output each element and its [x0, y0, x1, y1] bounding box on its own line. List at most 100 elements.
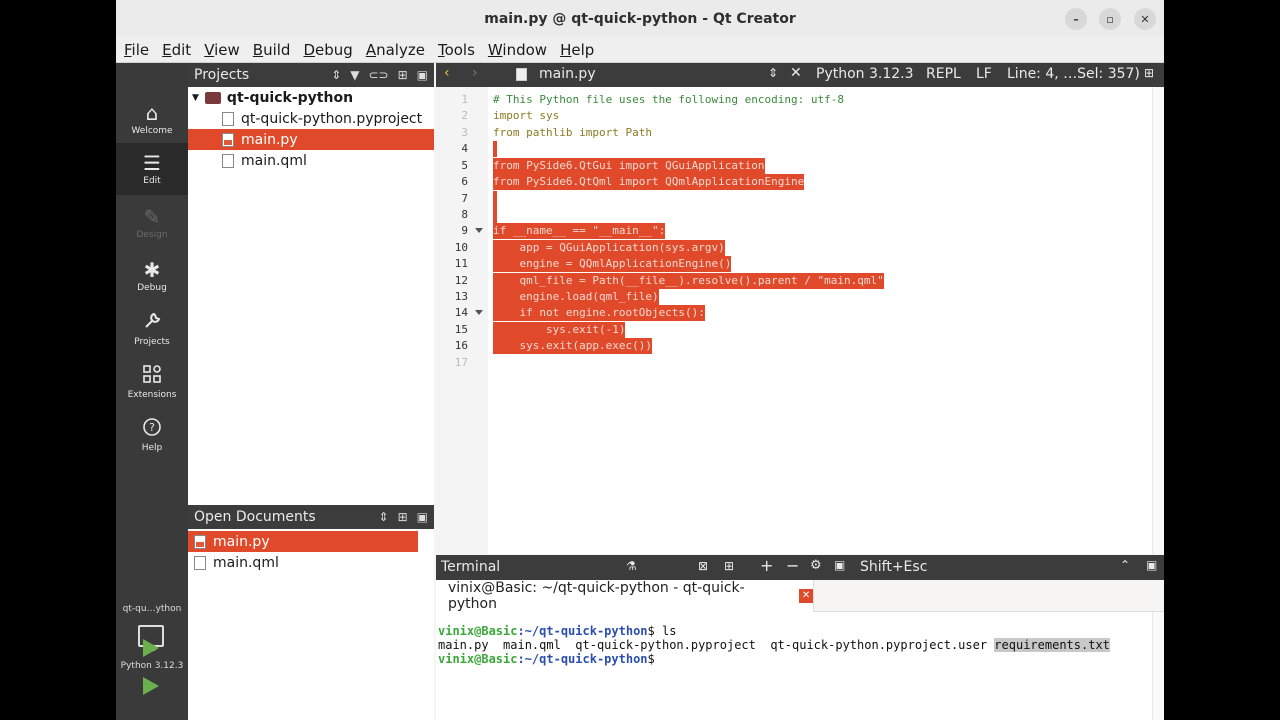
mode-debug[interactable]: ✱ Debug	[116, 250, 188, 302]
split-icon[interactable]: ⊞	[398, 510, 408, 524]
minimize-button[interactable]: –	[1065, 8, 1087, 30]
close-document-icon[interactable]: ✕	[790, 65, 802, 81]
command-text: $ ls	[647, 624, 677, 638]
title-bar[interactable]: main.py @ qt-quick-python - Qt Creator –…	[116, 0, 1164, 37]
forward-icon[interactable]: ›	[472, 65, 478, 81]
prompt-end: $	[647, 652, 655, 666]
close-terminal-icon[interactable]: ⊠	[698, 559, 708, 573]
python-file-icon	[222, 132, 234, 147]
zoom-out-icon[interactable]: −	[786, 556, 799, 575]
terminal-tab-label: vinix@Basic: ~/qt-quick-python - qt-quic…	[448, 580, 745, 612]
line-number: 10	[454, 241, 468, 254]
mode-welcome[interactable]: ⌂ Welcome	[116, 93, 188, 145]
terminal-scrollbar[interactable]	[1152, 612, 1164, 720]
tree-item-label: main.qml	[241, 152, 307, 169]
back-icon[interactable]: ‹	[444, 65, 450, 81]
fold-arrow-icon[interactable]	[475, 228, 483, 233]
code-line: engine = QQmlApplicationEngine()	[493, 256, 732, 272]
shortcut-label: Shift+Esc	[860, 559, 928, 575]
menu-help[interactable]: Help	[560, 41, 594, 59]
gear-icon[interactable]: ⚙	[810, 558, 822, 573]
python-file-icon	[516, 68, 527, 81]
close-button[interactable]: ✕	[1134, 8, 1156, 30]
code-line: sys.exit(app.exec())	[493, 338, 652, 354]
terminal-line: vinix@Basic:~/qt-quick-python$ ls	[438, 624, 676, 638]
kit-python-label: Python 3.12.3	[120, 661, 184, 671]
tree-item-main-qml[interactable]: main.qml	[188, 150, 434, 171]
tree-root[interactable]: ▼ qt-quick-python	[188, 87, 434, 108]
qt-creator-window: main.py @ qt-quick-python - Qt Creator –…	[116, 0, 1164, 720]
home-icon: ⌂	[145, 101, 159, 125]
mode-edit[interactable]: ☰ Edit	[116, 143, 188, 195]
close-pane-icon[interactable]: ▣	[1146, 558, 1157, 572]
mode-design[interactable]: ✎ Design	[116, 197, 188, 249]
python-file-icon	[194, 534, 206, 549]
open-documents-header: Open Documents ⇕ ⊞ ▣	[188, 505, 434, 529]
mode-help[interactable]: ? Help	[116, 409, 188, 461]
zoom-in-icon[interactable]: +	[760, 556, 773, 575]
cursor-position[interactable]: Line: 4, …Sel: 357)	[1007, 66, 1140, 82]
menu-edit[interactable]: Edit	[162, 41, 191, 59]
document-switch-icon[interactable]: ⇕	[768, 66, 778, 80]
link-icon[interactable]: ⊂⊃	[368, 68, 388, 82]
code-line	[493, 191, 497, 207]
menu-file[interactable]: File	[124, 41, 149, 59]
interpreter-selector[interactable]: Python 3.12.3	[816, 66, 914, 82]
fold-arrow-icon[interactable]	[475, 310, 483, 315]
tree-item-label: main.py	[241, 131, 298, 148]
line-ending-label[interactable]: LF	[976, 66, 992, 82]
close-pane-icon[interactable]: ▣	[417, 510, 428, 524]
sort-icon[interactable]: ⇕	[379, 510, 389, 524]
tree-item-main-py[interactable]: main.py	[188, 129, 434, 150]
filter-icon[interactable]: ▼	[350, 68, 359, 82]
repl-button[interactable]: REPL	[926, 66, 961, 82]
terminal-line: main.py main.qml qt-quick-python.pyproje…	[438, 638, 1110, 652]
mode-label: Projects	[134, 337, 170, 347]
qml-file-icon	[222, 153, 234, 168]
chevron-down-icon[interactable]: ▼	[192, 93, 199, 103]
menu-view[interactable]: View	[204, 41, 240, 59]
terminal-output[interactable]: vinix@Basic:~/qt-quick-python$ ls main.p…	[436, 612, 1164, 720]
maximize-button[interactable]: ▫	[1099, 8, 1121, 30]
maximize-pane-icon[interactable]: ⌃	[1120, 558, 1130, 572]
tree-item-pyproject[interactable]: qt-quick-python.pyproject	[188, 108, 434, 129]
run-icon[interactable]	[143, 639, 159, 657]
prompt-path: :~/qt-quick-python	[517, 624, 648, 638]
line-number: 2	[461, 109, 468, 122]
debug-run-icon[interactable]	[143, 677, 159, 695]
extensions-icon	[142, 364, 162, 388]
sort-icon[interactable]: ⇕	[331, 68, 341, 82]
code-line: from PySide6.QtQml import QQmlApplicatio…	[493, 174, 805, 190]
mode-projects[interactable]: Projects	[116, 303, 188, 355]
menu-debug[interactable]: Debug	[303, 41, 352, 59]
menu-build[interactable]: Build	[253, 41, 291, 59]
line-number: 14	[454, 306, 468, 319]
open-doc-main-py[interactable]: main.py	[188, 531, 418, 552]
split-icon[interactable]: ⊞	[398, 68, 408, 82]
keyboard-icon[interactable]: ▣	[834, 558, 845, 572]
menu-analyze[interactable]: Analyze	[366, 41, 425, 59]
code-line: from pathlib import Path	[493, 126, 652, 139]
close-icon[interactable]: ✕	[799, 589, 813, 603]
edit-icon: ☰	[143, 151, 161, 175]
line-number: 9	[461, 224, 468, 237]
split-icon[interactable]: ⊞	[1144, 66, 1154, 80]
editor-filename[interactable]: main.py	[539, 66, 596, 82]
menu-tools[interactable]: Tools	[438, 41, 475, 59]
new-terminal-icon[interactable]: ⊞	[724, 559, 734, 573]
clean-icon[interactable]: ⚗	[626, 559, 637, 573]
close-pane-icon[interactable]: ▣	[417, 68, 428, 82]
mode-extensions[interactable]: Extensions	[116, 356, 188, 408]
menu-bar: File Edit View Build Debug Analyze Tools…	[116, 37, 1164, 63]
open-documents-title: Open Documents	[194, 509, 316, 525]
editor-scrollbar[interactable]	[1152, 87, 1164, 554]
line-number: 7	[461, 192, 468, 205]
line-number: 13	[454, 290, 468, 303]
folder-icon	[204, 91, 221, 104]
projects-title: Projects	[194, 67, 250, 83]
open-doc-main-qml[interactable]: main.qml	[188, 552, 418, 573]
code-editor[interactable]: 1 2 3 4 5 6 7 8 9 10 11 12 13 14 15 16 1…	[436, 87, 1164, 554]
terminal-tab[interactable]: vinix@Basic: ~/qt-quick-python - qt-quic…	[436, 580, 814, 612]
code-line: import sys	[493, 109, 560, 122]
menu-window[interactable]: Window	[488, 41, 547, 59]
